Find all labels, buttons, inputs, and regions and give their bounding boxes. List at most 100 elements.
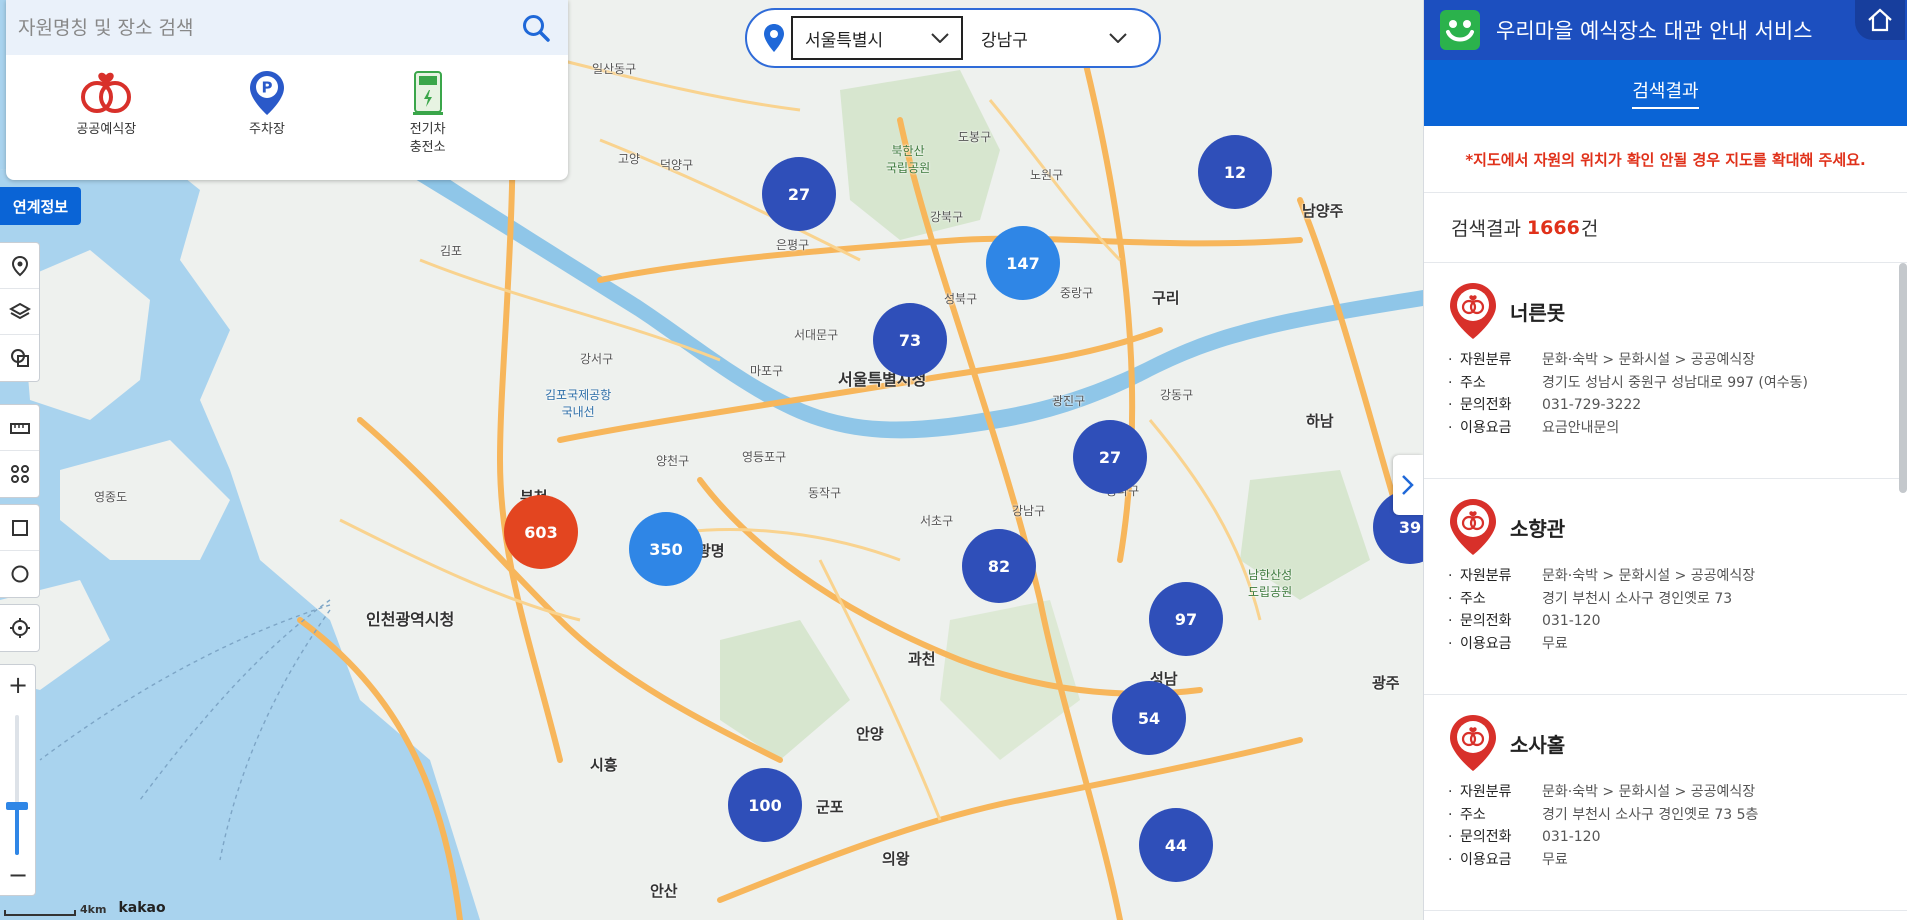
place-label: 강북구 [930,210,964,224]
result-item[interactable]: 소사홀 · 자원분류 문화·숙박 > 문화시설 > 공공예식장 · 주소 경기 … [1424,695,1907,911]
linked-info-button[interactable]: 연계정보 [0,187,81,225]
circle-tool[interactable] [0,551,39,597]
cluster-marker[interactable]: 54 [1112,681,1186,755]
cluster-marker[interactable]: 82 [962,529,1036,603]
district-select[interactable]: 강남구 [969,16,1139,60]
result-name: 소향관 [1510,516,1566,541]
result-list: 너른못 · 자원분류 문화·숙박 > 문화시설 > 공공예식장 · 주소 경기도… [1424,263,1907,920]
result-count-number: 1666 [1526,216,1580,239]
info-row: · 이용요금 요금안내문의 [1448,417,1907,440]
circle-icon [11,565,28,583]
distance-tool[interactable] [0,405,39,451]
place-label: 마포구 [750,364,784,378]
place-label: 노원구 [1030,168,1064,182]
result-item[interactable]: 너른못 · 자원분류 문화·숙박 > 문화시설 > 공공예식장 · 주소 경기도… [1424,263,1907,479]
place-label: 북한산 국립공원 [886,144,931,175]
info-row: · 이용요금 무료 [1448,633,1907,656]
tab-search-results[interactable]: 검색결과 [1632,77,1699,109]
home-button[interactable] [1855,0,1905,40]
info-value: 문화·숙박 > 문화시설 > 공공예식장 [1542,784,1756,800]
map[interactable]: 일산동구 고양 덕양구 김포 김포국제공항 국내선 강서구 서울특별시청 인천광… [0,0,1423,920]
place-label: 인천광역시청 [366,610,455,629]
cluster-marker[interactable]: 603 [504,495,578,569]
info-row: · 자원분류 문화·숙박 > 문화시설 > 공공예식장 [1448,349,1907,372]
category-label: 공공예식장 [76,122,137,137]
home-icon [1868,8,1892,32]
map-scale: 4km kakao [4,900,166,916]
zoom-handle[interactable] [6,802,28,810]
scrollbar[interactable] [1899,263,1907,493]
result-count: 검색결과 1666 건 [1424,193,1907,263]
cluster-marker[interactable]: 27 [762,157,836,231]
result-name: 너른못 [1510,300,1566,325]
result-item[interactable]: 소향관 · 자원분류 문화·숙박 > 문화시설 > 공공예식장 · 주소 경기 … [1424,479,1907,695]
cluster-marker[interactable]: 27 [1073,420,1147,494]
info-value: 문화·숙박 > 문화시설 > 공공예식장 [1542,568,1756,584]
place-label: 안산 [650,882,678,900]
search-bar [6,0,568,55]
wedding-pin-icon [1450,715,1496,771]
zoom-in-button[interactable]: + [0,665,36,705]
layers-tool[interactable] [0,289,39,335]
chevron-right-icon [1402,475,1414,495]
info-label: 이용요금 [1460,851,1512,868]
info-row: · 이용요금 무료 [1448,849,1907,872]
place-label: 김포 [440,244,463,258]
bullet: · [1448,374,1453,391]
result-name: 소사홀 [1510,732,1566,757]
layers-icon [8,302,31,319]
info-row: · 주소 경기도 성남시 중원구 성남대로 997 (여수동) [1448,372,1907,395]
location-tool[interactable] [0,243,39,289]
category-parking[interactable]: P 주차장 [207,69,327,157]
side-panel: 우리마을 예식장소 대관 안내 서비스 검색결과 *지도에서 자원의 위치가 확… [1423,0,1907,920]
cluster-marker[interactable]: 100 [728,768,802,842]
cluster-marker[interactable]: 44 [1139,808,1213,882]
cluster-marker[interactable]: 12 [1198,135,1272,209]
info-row: · 주소 경기 부천시 소사구 경인옛로 73 5층 [1448,804,1907,827]
info-label: 자원분류 [1460,568,1512,584]
cluster-marker[interactable]: 73 [873,303,947,377]
place-label: 강남구 [1012,504,1046,518]
overlay-tool[interactable] [0,335,39,381]
chevron-down-icon [1109,33,1127,43]
search-button[interactable] [516,8,556,48]
zoom-level-fill [15,806,19,855]
region-selector: 서울특별시 강남구 [745,8,1161,68]
panel-tabbar: 검색결과 [1424,60,1907,126]
bullet: · [1448,851,1453,868]
bullet: · [1448,613,1453,629]
crosshair-icon [9,618,30,638]
place-label: 남양주 [1302,202,1344,220]
panel-toggle-button[interactable] [1393,455,1423,515]
place-label: 광진구 [1052,394,1086,408]
city-select[interactable]: 서울특별시 [791,16,963,60]
search-icon [523,14,550,42]
place-label: 의왕 [882,850,910,868]
category-label: 주차장 [249,122,285,137]
zoom-out-button[interactable]: − [0,855,36,895]
district-select-value: 강남구 [981,30,1028,51]
bullet: · [1448,352,1453,368]
bullet: · [1448,568,1453,584]
info-label: 문의전화 [1460,397,1512,413]
info-label: 주소 [1460,806,1486,823]
category-wedding-hall[interactable]: 공공예식장 [46,69,166,157]
search-input[interactable] [18,16,516,39]
cluster-marker[interactable]: 147 [986,226,1060,300]
overlay-icon [10,349,29,367]
info-label: 자원분류 [1460,352,1512,368]
cluster-marker[interactable]: 97 [1149,582,1223,656]
category-ev-charger[interactable]: 전기차 충전소 [368,69,488,157]
info-value: 경기 부천시 소사구 경인옛로 73 [1542,590,1733,607]
area-tool[interactable] [0,451,39,497]
cluster-marker[interactable]: 350 [629,512,703,586]
rectangle-tool[interactable] [0,505,39,551]
info-label: 주소 [1460,590,1486,607]
app-title: 우리마을 예식장소 대관 안내 서비스 [1496,19,1813,43]
app-logo [1440,10,1480,50]
info-row: · 자원분류 문화·숙박 > 문화시설 > 공공예식장 [1448,781,1907,804]
my-location-tool[interactable] [0,605,39,651]
place-label: 김포국제공항 국내선 [545,388,612,419]
info-value: 031-729-3222 [1542,397,1642,413]
place-label: 덕양구 [660,158,694,172]
